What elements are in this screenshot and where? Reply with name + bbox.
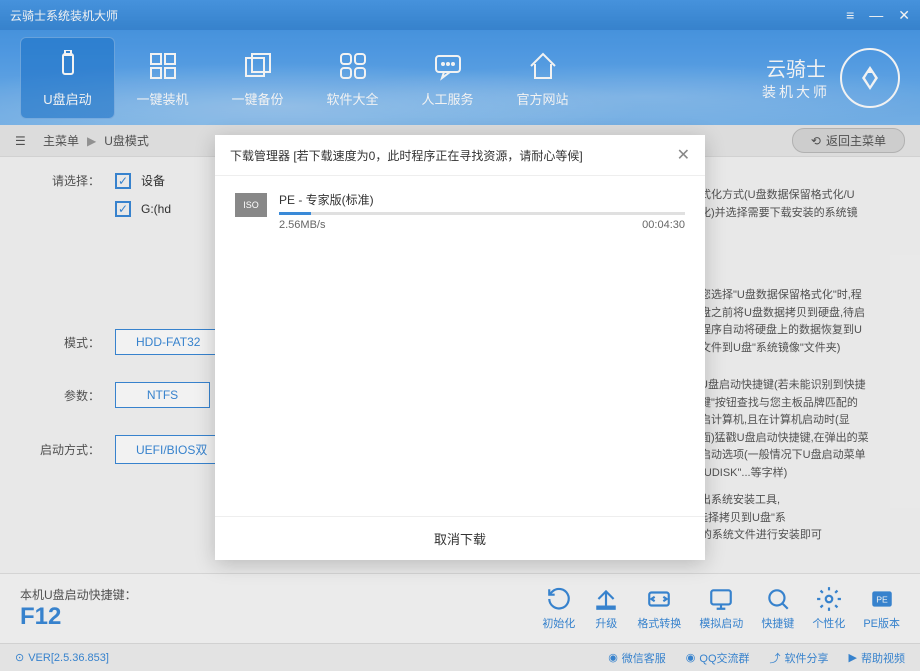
download-speed: 2.56MB/s	[279, 219, 325, 231]
cancel-download-button[interactable]: 取消下载	[215, 516, 705, 560]
iso-icon: ISO	[235, 193, 267, 217]
modal-title: 下载管理器 [若下载速度为0，此时程序正在寻找资源，请耐心等候]	[230, 147, 583, 164]
download-manager-modal: 下载管理器 [若下载速度为0，此时程序正在寻找资源，请耐心等候] ✕ ISO P…	[215, 135, 705, 560]
modal-close-button[interactable]: ✕	[677, 145, 690, 165]
download-progress-bar	[279, 212, 685, 215]
download-time: 00:04:30	[642, 219, 685, 231]
download-item-title: PE - 专家版(标准)	[279, 191, 685, 208]
